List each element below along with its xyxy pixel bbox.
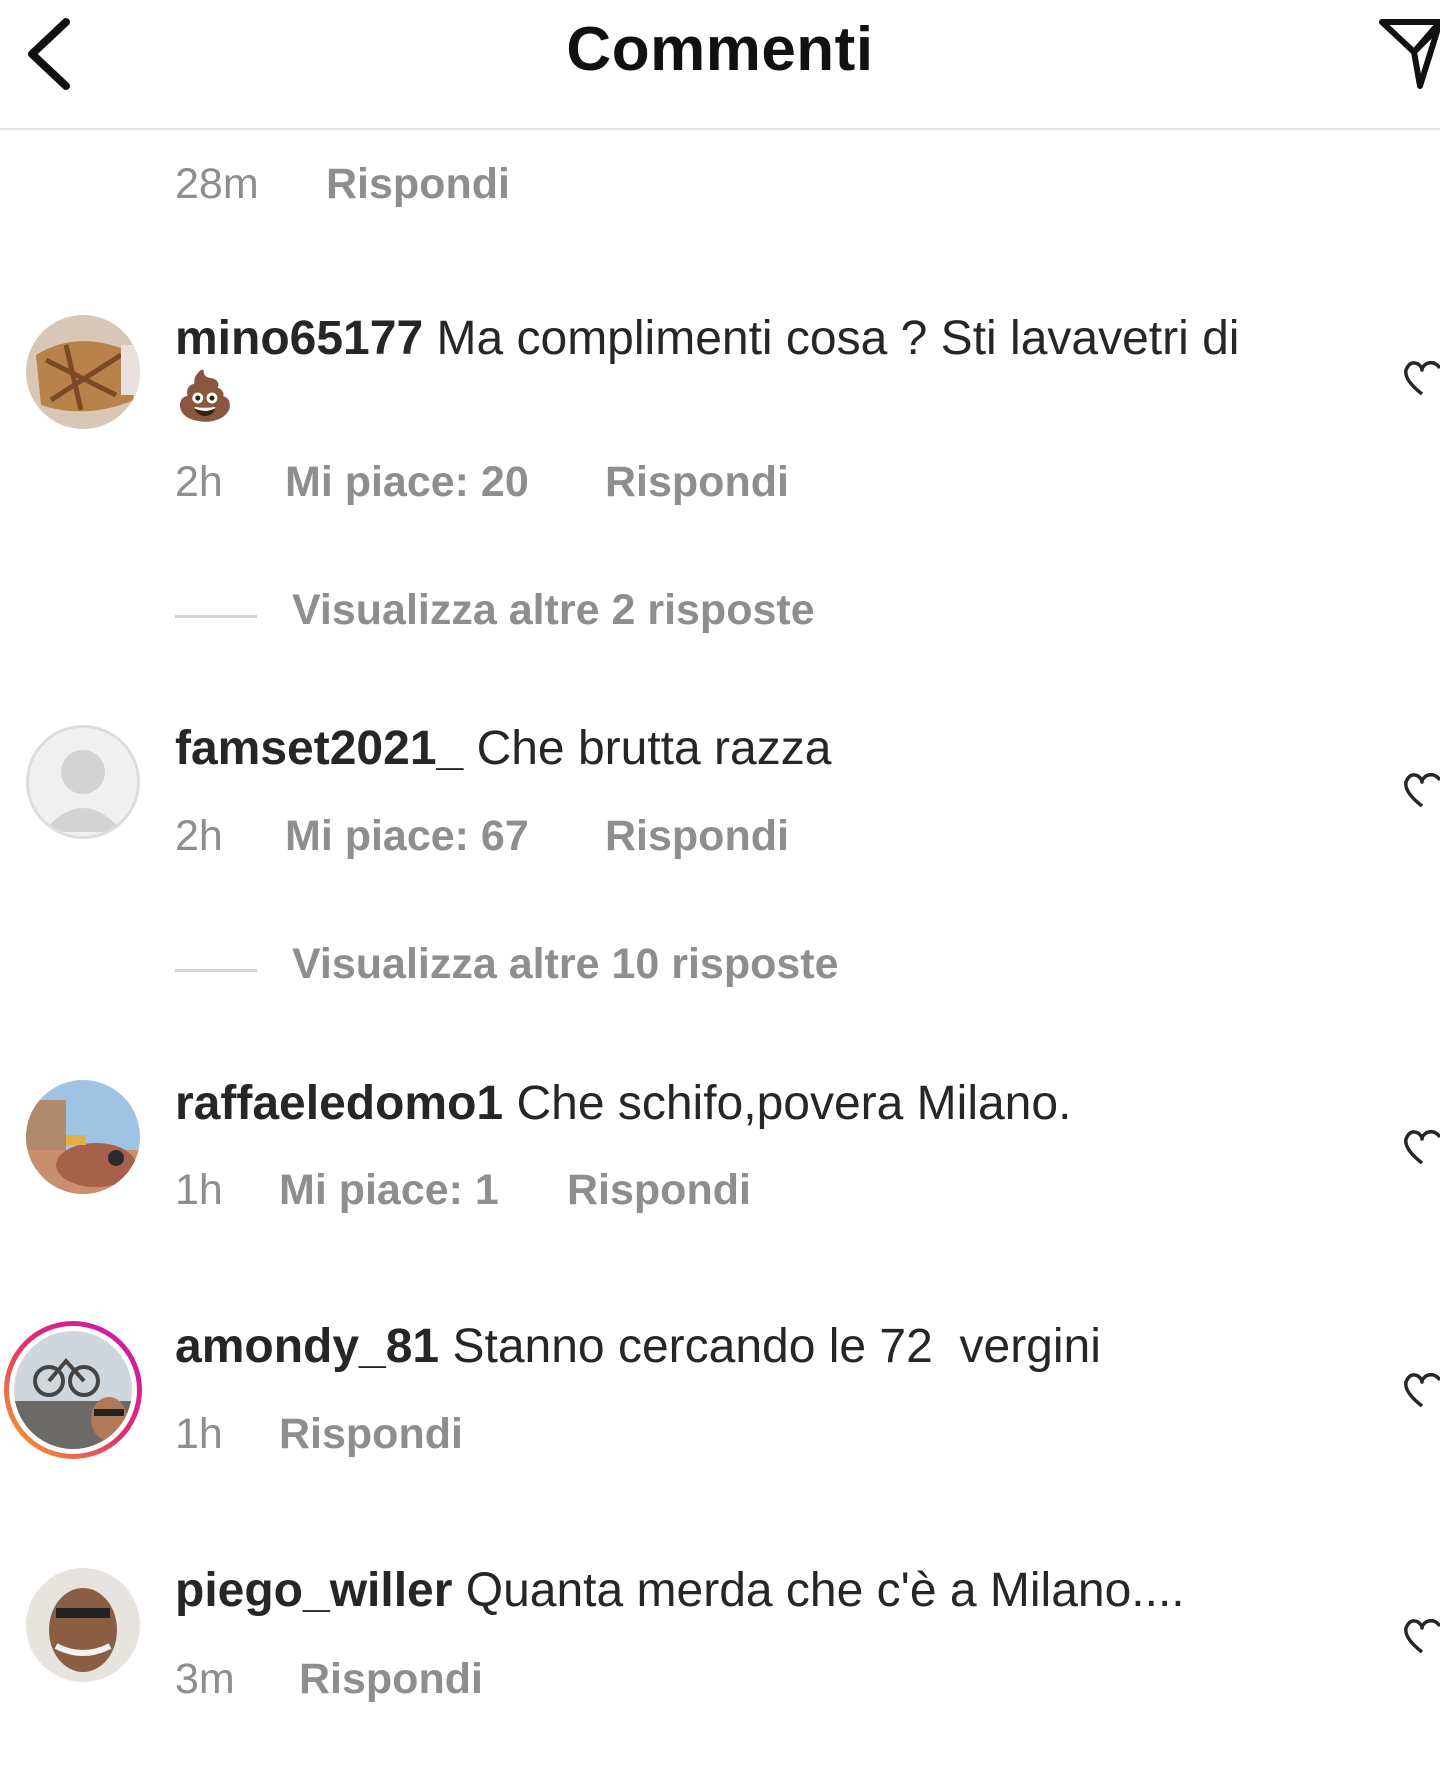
heart-icon (1404, 1129, 1440, 1165)
avatar-image (26, 315, 140, 429)
comment-text: famset2021_ Che brutta razza (175, 720, 1305, 778)
like-button[interactable] (1404, 1616, 1440, 1656)
like-button[interactable] (1404, 1127, 1440, 1167)
replies-divider (175, 615, 257, 618)
comment-text: amondy_81 Stanno cercando le 72 vergini (175, 1318, 1305, 1376)
comment-body: Quanta merda che c'è a Milano.... (465, 1564, 1185, 1617)
replies-divider (175, 969, 257, 972)
comment-body: Ma complimenti cosa ? Sti lavavetri di (436, 312, 1240, 365)
paper-plane-icon (1379, 19, 1440, 89)
reply-button[interactable]: Rispondi (279, 1410, 463, 1459)
comment-username[interactable]: amondy_81 (175, 1320, 439, 1373)
view-replies-label: Visualizza altre 10 risposte (292, 940, 839, 988)
like-button[interactable] (1404, 1370, 1440, 1410)
avatar[interactable] (26, 725, 140, 839)
comment-time: 2h (175, 458, 223, 506)
default-avatar-icon (29, 728, 137, 836)
comment-text: raffaeledomo1 Che schifo,povera Milano. (175, 1075, 1305, 1133)
avatar-story-ring[interactable] (4, 1321, 142, 1459)
share-button[interactable] (1378, 10, 1440, 90)
page-title: Commenti (566, 15, 874, 84)
comment-body: Che brutta razza (476, 722, 832, 775)
comment-username[interactable]: famset2021_ (175, 722, 463, 775)
avatar-image (26, 1080, 140, 1194)
comment-time: 3m (175, 1655, 235, 1703)
reply-button[interactable]: Rispondi (567, 1166, 751, 1215)
comment-username[interactable]: raffaeledomo1 (175, 1077, 503, 1130)
comment-time: 1h (175, 1410, 223, 1458)
like-count[interactable]: Mi piace: 1 (279, 1166, 499, 1215)
like-button[interactable] (1404, 358, 1440, 398)
comment-username[interactable]: piego_willer (175, 1564, 452, 1617)
reply-button[interactable]: Rispondi (299, 1655, 483, 1704)
heart-icon (1404, 1618, 1440, 1654)
avatar[interactable] (26, 1568, 140, 1682)
reply-button[interactable]: Rispondi (326, 160, 510, 209)
view-replies-label: Visualizza altre 2 risposte (292, 586, 815, 634)
reply-button[interactable]: Rispondi (605, 812, 789, 861)
comment-time: 28m (175, 160, 259, 208)
comment-body: Stanno cercando le 72 vergini (452, 1320, 1101, 1373)
poop-emoji: 💩 (175, 370, 235, 423)
comment-username[interactable]: mino65177 (175, 312, 423, 365)
comment-body: Che schifo,povera Milano. (516, 1077, 1072, 1130)
top-bar: Commenti (0, 0, 1440, 130)
like-button[interactable] (1404, 770, 1440, 810)
like-count[interactable]: Mi piace: 20 (285, 458, 529, 507)
comment-time: 2h (175, 812, 223, 860)
avatar[interactable] (26, 1080, 140, 1194)
reply-button[interactable]: Rispondi (605, 458, 789, 507)
like-count[interactable]: Mi piace: 67 (285, 812, 529, 861)
avatar-image (14, 1331, 132, 1449)
heart-icon (1404, 360, 1440, 396)
heart-icon (1404, 1372, 1440, 1408)
comment-text: mino65177 Ma complimenti cosa ? Sti lava… (175, 310, 1305, 426)
comment-time: 1h (175, 1166, 223, 1214)
comment-text: piego_willer Quanta merda che c'è a Mila… (175, 1562, 1305, 1620)
avatar-image (26, 1568, 140, 1682)
heart-icon (1404, 772, 1440, 808)
avatar[interactable] (26, 315, 140, 429)
